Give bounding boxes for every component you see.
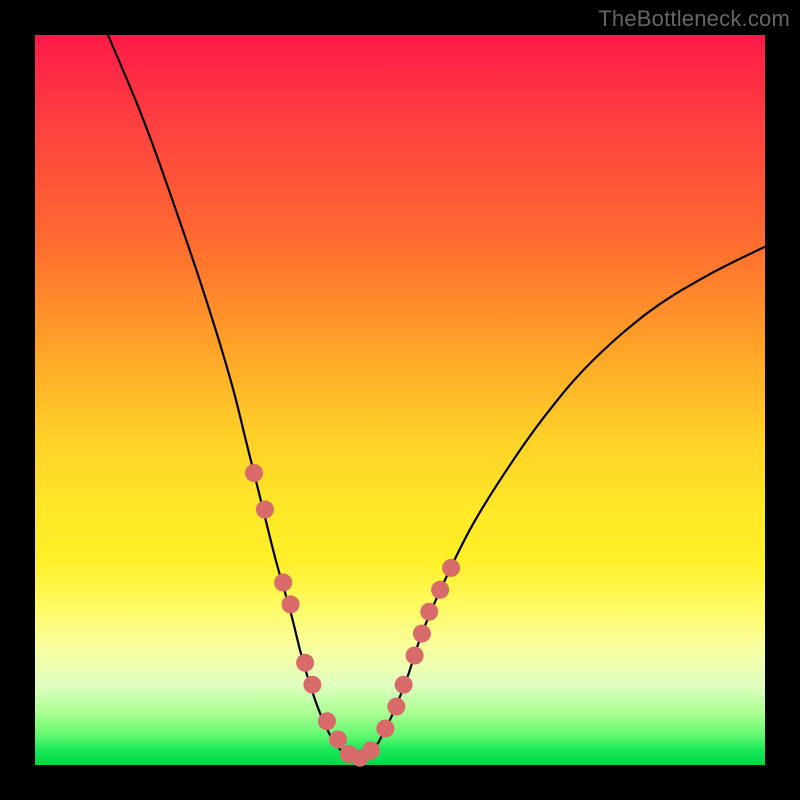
- marker-dot: [376, 720, 394, 738]
- marker-dot: [442, 559, 460, 577]
- marker-dot: [329, 730, 347, 748]
- marker-dot: [296, 654, 314, 672]
- plot-area: [35, 35, 765, 765]
- marker-dot: [303, 676, 321, 694]
- marker-dot: [395, 676, 413, 694]
- chart-svg: [35, 35, 765, 765]
- curve-left-branch: [108, 35, 334, 743]
- curve-right-branch: [378, 247, 765, 743]
- marker-dot: [413, 625, 431, 643]
- marker-dot: [245, 464, 263, 482]
- chart-frame: TheBottleneck.com: [0, 0, 800, 800]
- marker-dot: [282, 595, 300, 613]
- marker-dot: [387, 698, 405, 716]
- marker-dot: [406, 647, 424, 665]
- marker-dot: [256, 501, 274, 519]
- marker-dot: [420, 603, 438, 621]
- marker-dot: [431, 581, 449, 599]
- marker-dot: [274, 574, 292, 592]
- watermark-text: TheBottleneck.com: [598, 6, 790, 32]
- marker-dot: [318, 712, 336, 730]
- marker-dot: [362, 741, 380, 759]
- highlighted-markers: [245, 464, 460, 767]
